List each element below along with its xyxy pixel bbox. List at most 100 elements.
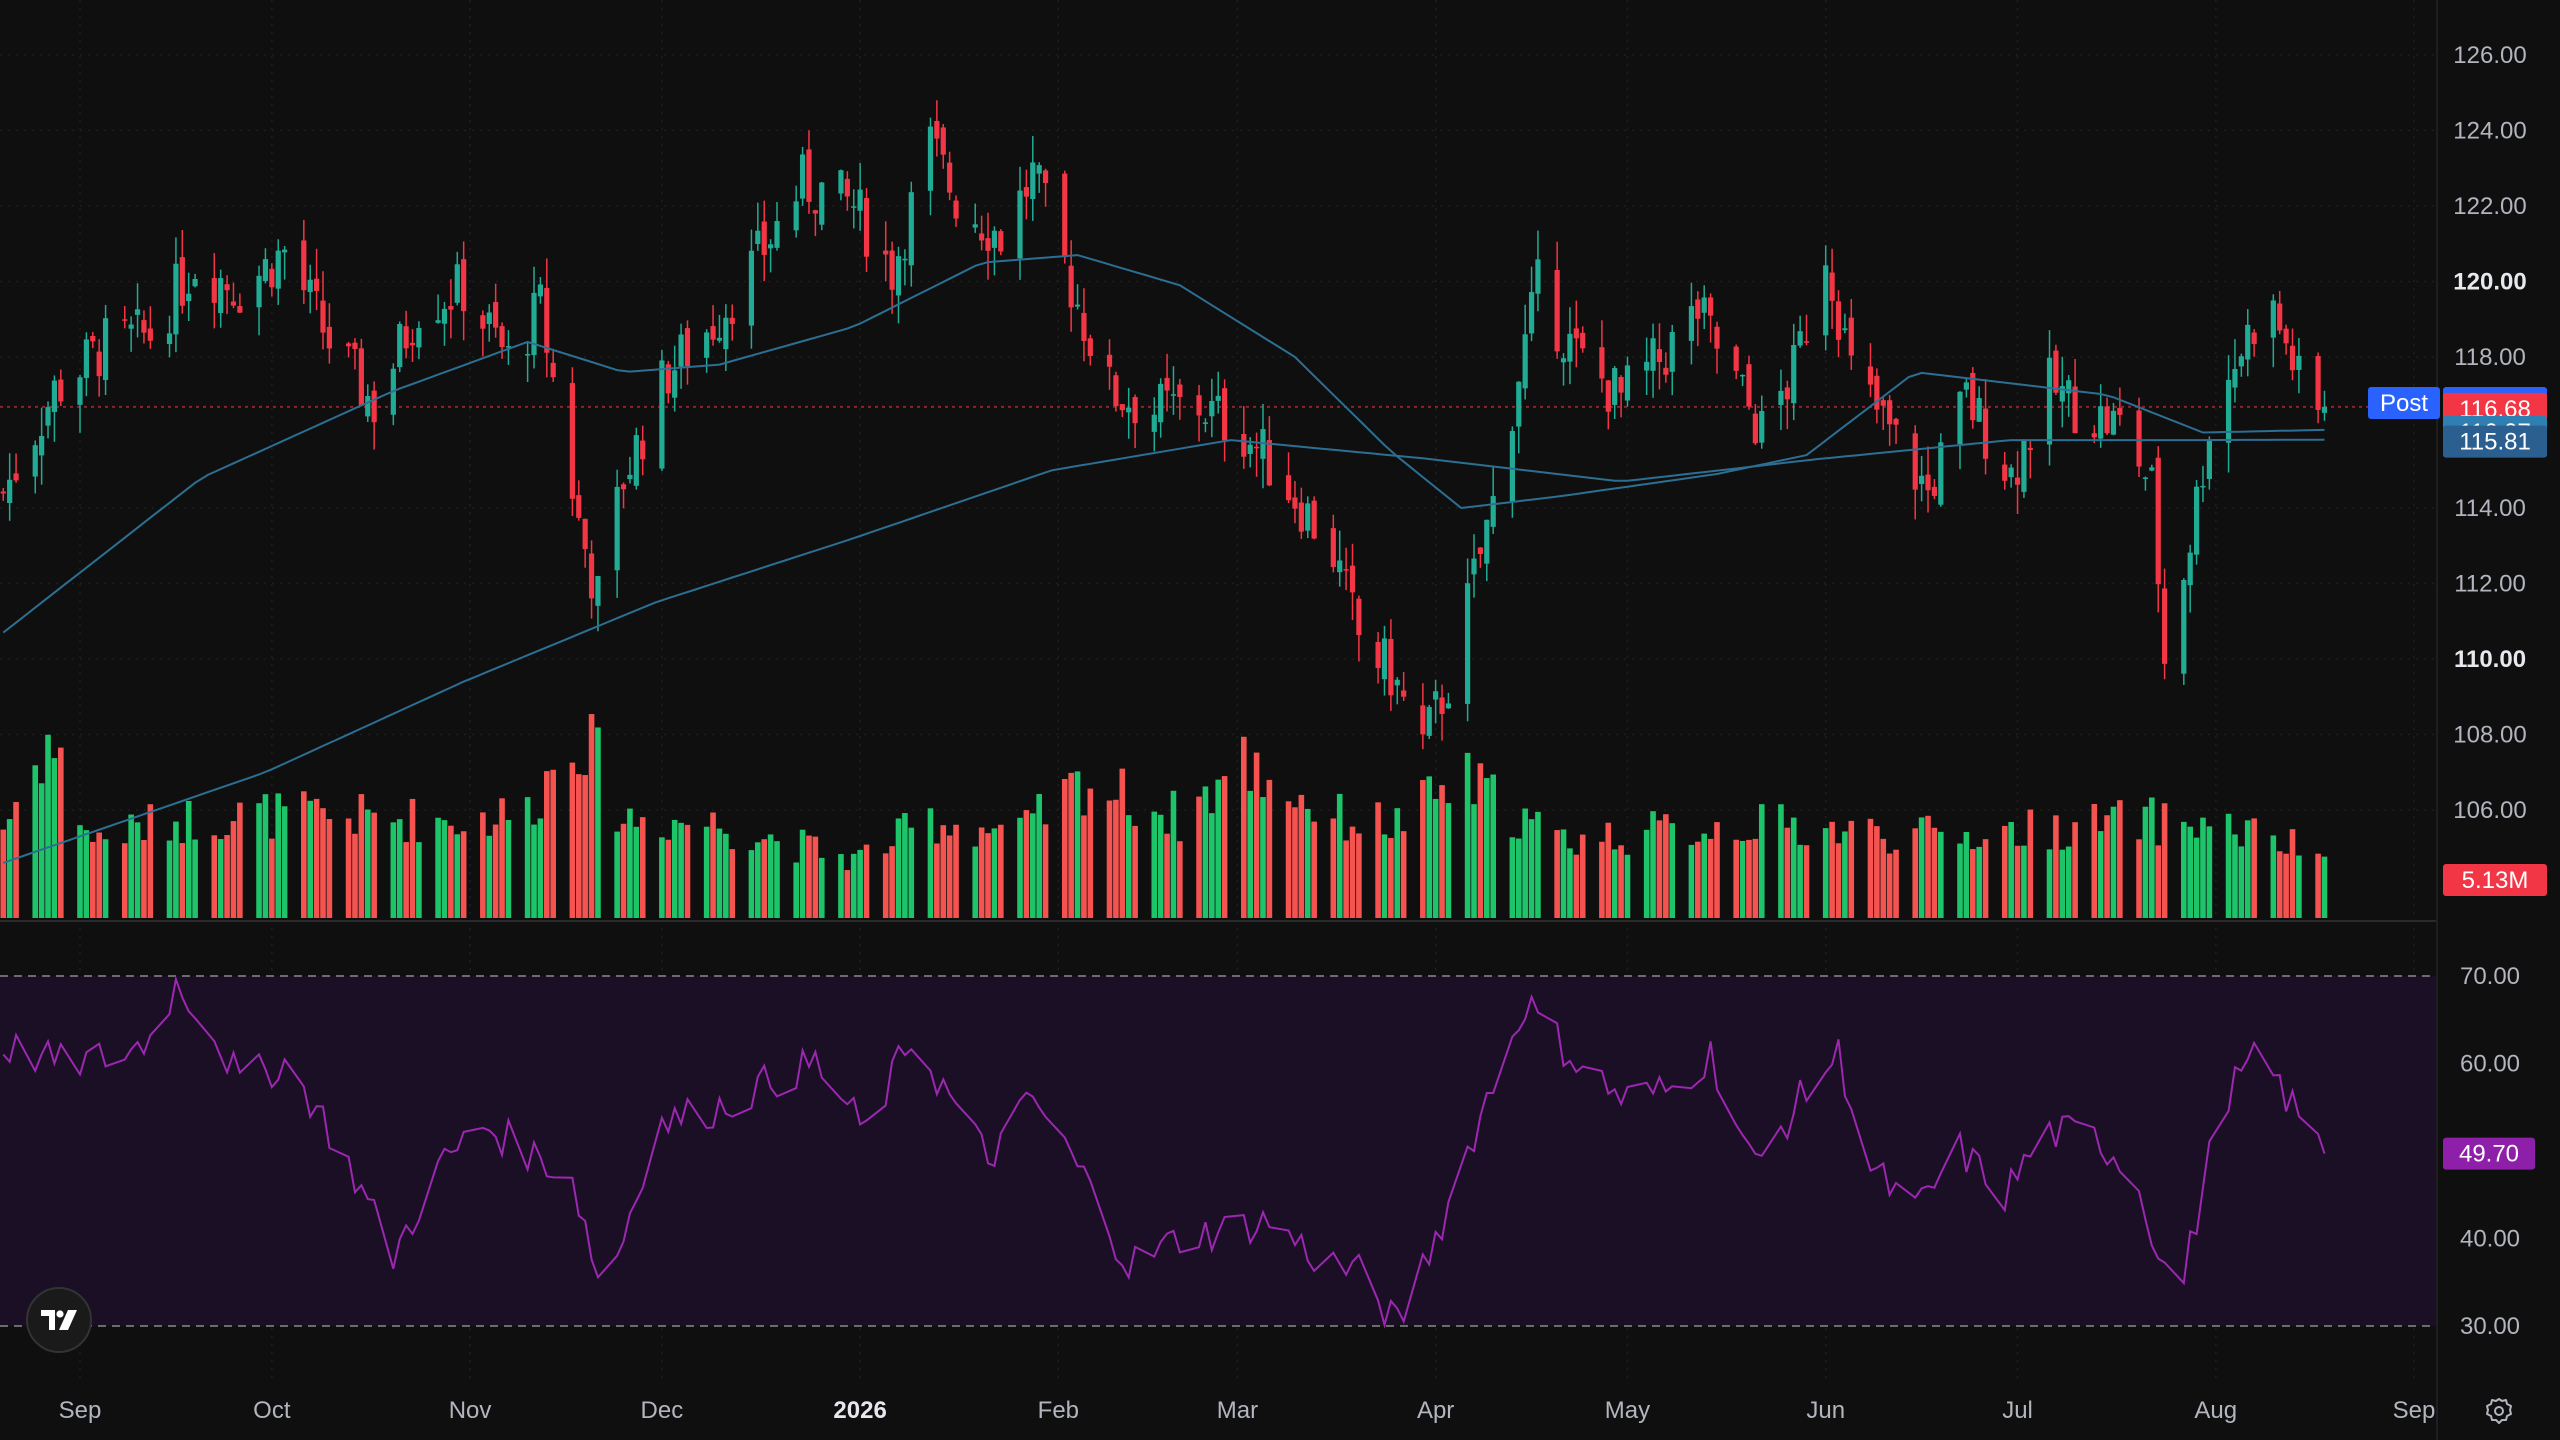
volume-bar (1829, 821, 1835, 918)
volume-bar (416, 842, 422, 918)
volume-bar (2155, 845, 2162, 918)
volume-bar (940, 825, 947, 918)
volume-bar (141, 839, 147, 918)
volume-bar (281, 806, 288, 918)
volume-bar (486, 835, 493, 918)
price-tick-label: 120.00 (2453, 269, 2526, 296)
volume-bar (1669, 823, 1676, 918)
candle-body (147, 328, 153, 341)
volume-bar (844, 870, 851, 918)
candle-body (768, 244, 774, 249)
time-tick-label: Nov (449, 1397, 492, 1424)
volume-bar (908, 827, 915, 918)
volume-bar (889, 846, 895, 918)
candle-body (1062, 173, 1068, 258)
candle-body (1202, 422, 1209, 424)
volume-bar (2046, 849, 2053, 918)
volume-bar (1113, 799, 1119, 918)
candle-body (576, 495, 582, 518)
volume-bar (1298, 794, 1305, 918)
volume-bar (1170, 790, 1177, 918)
volume-bar (991, 828, 998, 918)
candle-body (32, 445, 38, 477)
volume-bar (320, 808, 326, 918)
volume-bar (2187, 826, 2193, 918)
volume-bar (569, 762, 576, 918)
volume-bar (1573, 854, 1580, 918)
price-tick-label: 122.00 (2453, 193, 2526, 220)
volume-bar (1023, 810, 1030, 918)
volume-bar (1522, 808, 1528, 918)
volume-bar (1215, 779, 1222, 918)
volume-bar (639, 817, 646, 918)
volume-bar (1963, 832, 1970, 918)
volume-bar (1707, 838, 1714, 918)
candle-body (2232, 368, 2238, 388)
candle-body (2193, 486, 2200, 555)
volume-bar (192, 839, 198, 918)
candle-body (1394, 679, 1400, 686)
volume-bar (492, 824, 499, 918)
candle-body (710, 326, 716, 340)
candle-body (1113, 375, 1119, 407)
gear-icon[interactable] (2478, 1390, 2520, 1432)
tradingview-logo[interactable] (26, 1287, 92, 1353)
candle-body (1106, 354, 1113, 367)
candle-body (537, 284, 544, 297)
candle-body (1650, 338, 1656, 371)
volume-bar (671, 819, 678, 918)
candle-body (1285, 475, 1292, 501)
candle-body (595, 575, 601, 606)
candle-body (2027, 447, 2033, 451)
candle-body (2162, 588, 2168, 664)
candle-body (1739, 374, 1746, 377)
candle-body (1036, 165, 1042, 174)
volume-bar (96, 832, 102, 918)
volume-bar (818, 857, 825, 918)
volume-bar (1579, 834, 1586, 918)
volume-bar (1605, 822, 1612, 918)
candle-body (1573, 328, 1579, 339)
candle-body (90, 335, 96, 342)
volume-bar (505, 820, 512, 918)
chart-canvas[interactable]: 126.00 124.00 122.00 120.00 118.00 114.00 112.… (0, 0, 2560, 1440)
candle-body (1919, 475, 1925, 485)
volume-bar (716, 828, 723, 918)
candle-body (2098, 406, 2104, 439)
volume-bar (1394, 808, 1401, 918)
candle-body (454, 264, 460, 303)
volume-bar (166, 840, 173, 918)
post-label-text: Post (2380, 390, 2428, 417)
candle-body (102, 318, 109, 381)
time-tick-label: Aug (2194, 1397, 2237, 1424)
candle-body (1925, 474, 1931, 491)
candle-body (2321, 406, 2328, 413)
volume-bar (531, 824, 537, 918)
candle-body (1381, 638, 1388, 680)
candle-body (902, 258, 908, 261)
candle-body (51, 380, 58, 413)
volume-bar (2270, 835, 2277, 918)
volume-bar (863, 844, 870, 918)
candle-body (927, 126, 934, 191)
candle-body (1522, 334, 1528, 389)
candle-body (774, 221, 780, 248)
volume-bar (2053, 815, 2059, 918)
candle-body (979, 233, 985, 241)
volume-bar (1439, 785, 1445, 918)
volume-bar (1925, 815, 1931, 918)
candle-body (1119, 404, 1125, 411)
candle-body (998, 231, 1004, 252)
volume-bar (1874, 826, 1880, 918)
candle-body (2200, 485, 2206, 488)
volume-badge-text: 5.13M (2462, 867, 2529, 894)
candle-body (2053, 350, 2059, 393)
volume-bar (1388, 837, 1394, 918)
volume-bar (1164, 833, 1170, 918)
candle-body (812, 210, 818, 214)
candle-body (1797, 331, 1803, 346)
candle-body (1803, 341, 1810, 343)
volume-bar (1375, 802, 1381, 918)
volume-bar (121, 843, 128, 918)
volume-bar (2232, 834, 2238, 918)
